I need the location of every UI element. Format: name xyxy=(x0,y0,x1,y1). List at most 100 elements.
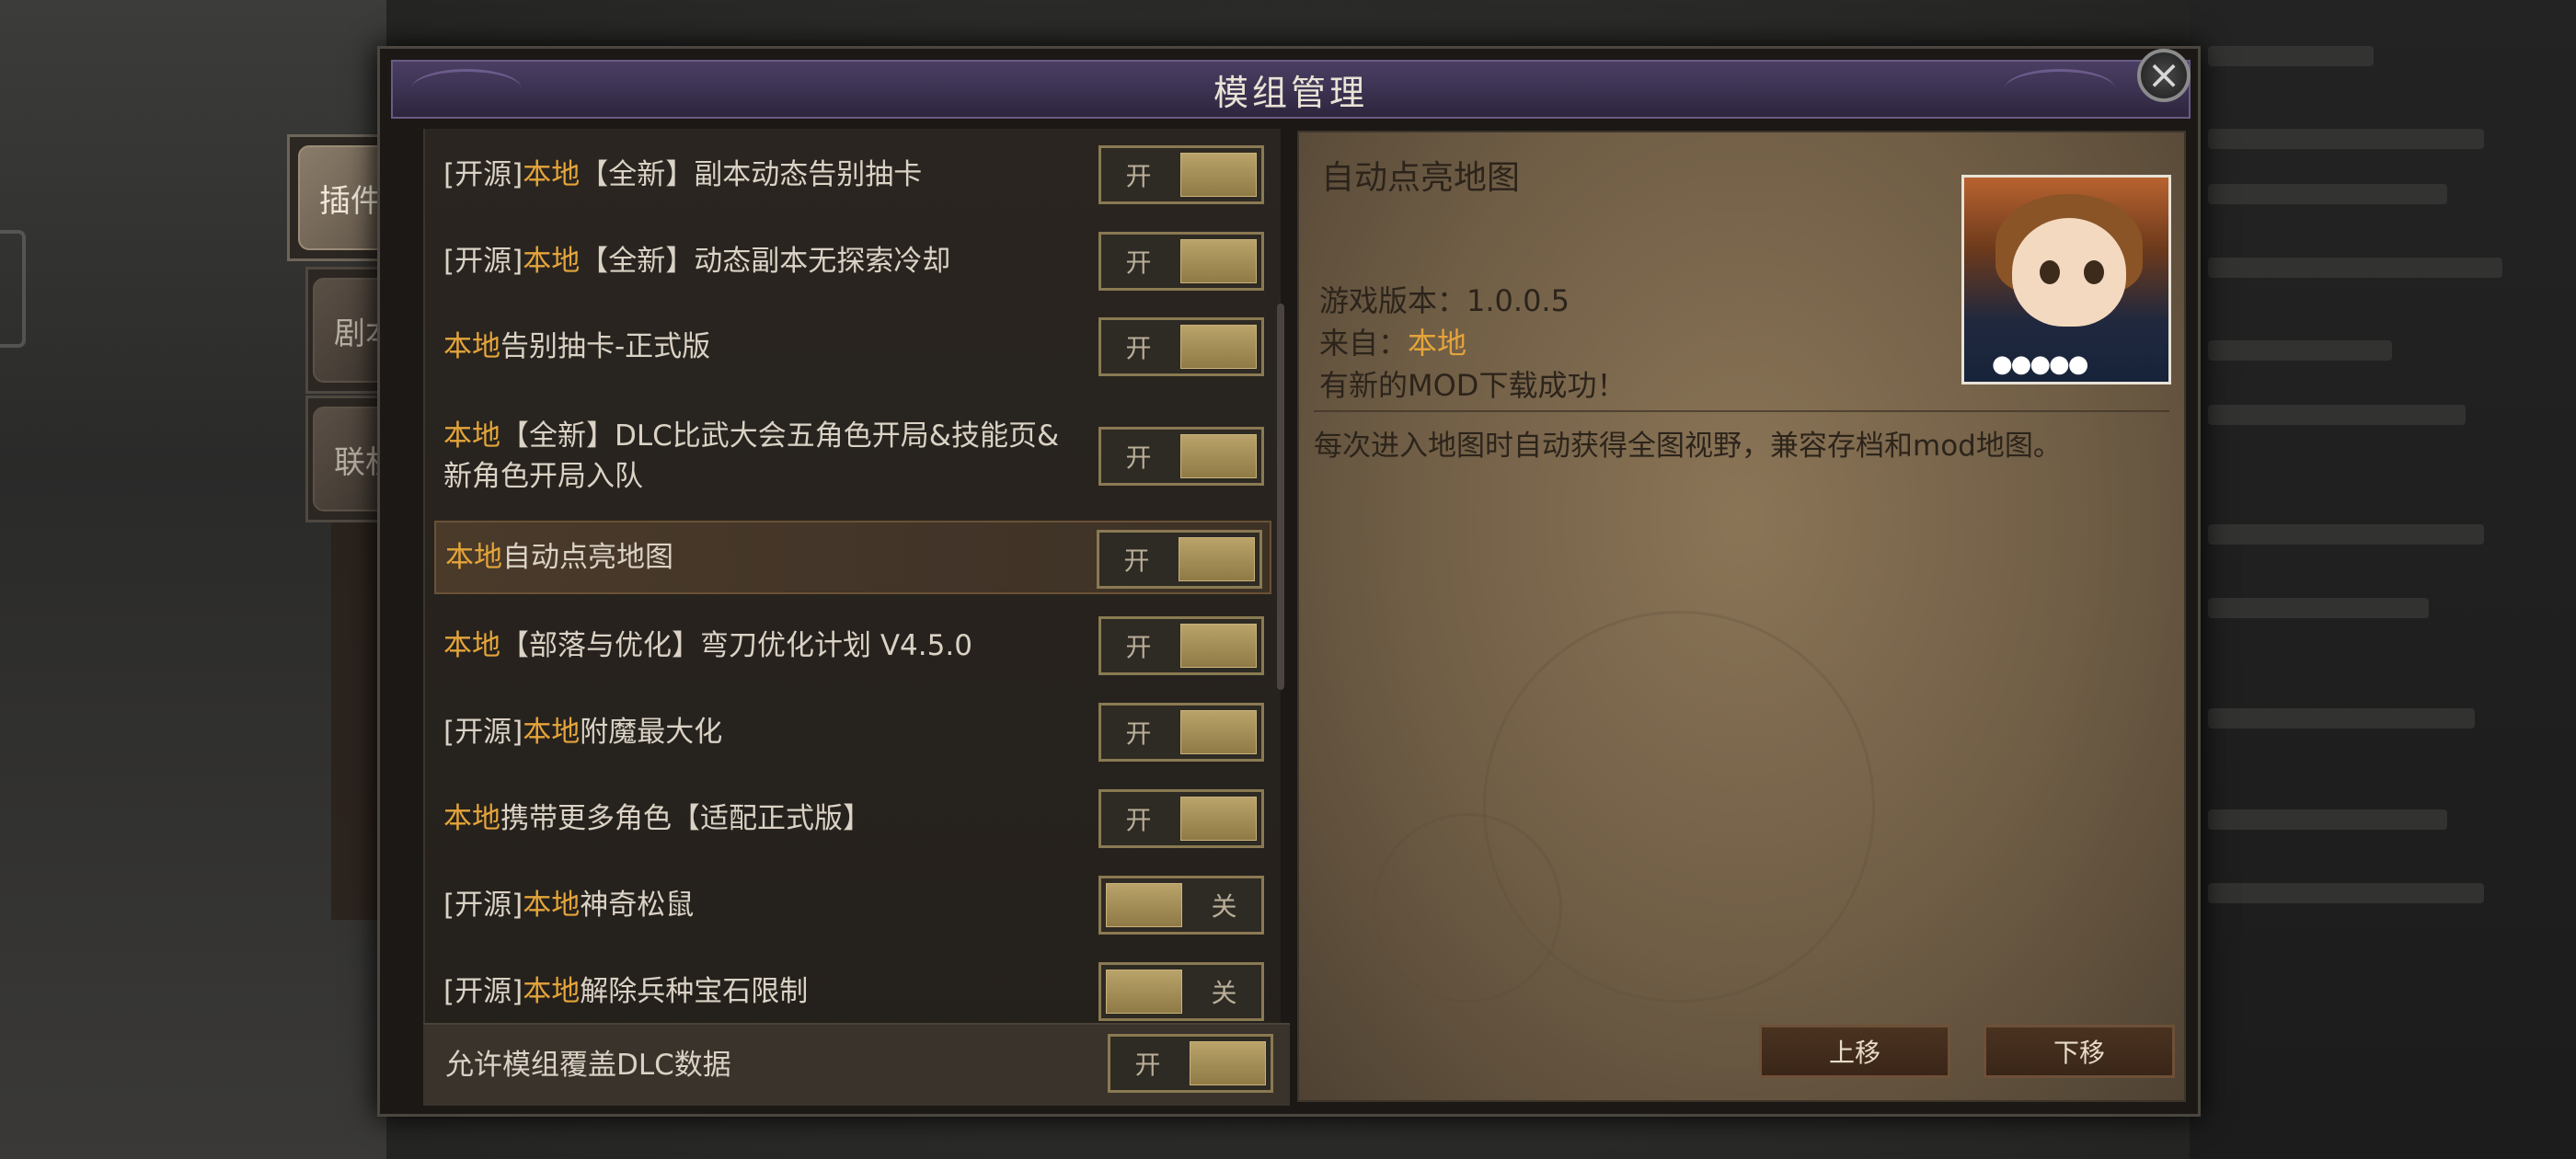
mod-name: 本地携带更多角色【适配正式版】 xyxy=(443,798,1069,839)
mod-list-scrollbar[interactable] xyxy=(1277,304,1284,690)
toggle-knob xyxy=(1180,434,1257,478)
mod-list-item[interactable]: [开源]本地【全新】动态副本无探索冷却 开 xyxy=(434,223,1271,300)
mod-title: 自动点亮地图 xyxy=(502,541,673,574)
mod-toggle[interactable]: 关 xyxy=(1098,962,1264,1021)
mod-list-item[interactable]: 本地携带更多角色【适配正式版】 开 xyxy=(434,780,1271,857)
toggle-label: 开 xyxy=(1125,805,1152,835)
toggle-label: 关 xyxy=(1211,978,1237,1008)
move-up-button[interactable]: 上移 xyxy=(1759,1025,1950,1078)
close-button[interactable]: × xyxy=(2137,49,2191,102)
mod-title: 携带更多角色【适配正式版】 xyxy=(500,802,871,835)
mod-prefix: [开源] xyxy=(443,245,523,278)
toggle-knob xyxy=(1190,1041,1266,1085)
title-bar: 模组管理 xyxy=(391,60,2191,119)
dlc-override-toggle[interactable]: 开 xyxy=(1108,1034,1273,1093)
mod-title: 【全新】副本动态告别抽卡 xyxy=(580,158,923,191)
background-door xyxy=(331,478,377,920)
move-down-label: 下移 xyxy=(2053,1038,2105,1068)
mod-source: 本地 xyxy=(445,541,502,574)
detail-from-value: 本地 xyxy=(1408,326,1467,361)
close-icon: × xyxy=(2146,52,2181,98)
mod-source: 本地 xyxy=(523,975,581,1008)
mod-list-item[interactable]: 本地自动点亮地图 开 xyxy=(434,521,1271,594)
mod-title: 神奇松鼠 xyxy=(580,889,695,922)
toggle-label: 开 xyxy=(1134,1050,1161,1080)
mod-source: 本地 xyxy=(443,330,500,363)
detail-from-label: 来自： xyxy=(1319,326,1409,361)
mod-name: 本地【全新】DLC比武大会五角色开局&技能页&新角色开局入队 xyxy=(443,416,1069,497)
mod-toggle[interactable]: 开 xyxy=(1098,317,1264,376)
mod-name: [开源]本地神奇松鼠 xyxy=(443,885,1069,925)
mod-prefix: [开源] xyxy=(443,158,523,191)
toggle-label: 开 xyxy=(1125,333,1152,363)
mod-source: 本地 xyxy=(523,889,581,922)
toggle-knob xyxy=(1180,153,1257,197)
dlc-override-label: 允许模组覆盖DLC数据 xyxy=(445,1049,731,1082)
mod-source: 本地 xyxy=(523,245,581,278)
mod-toggle[interactable]: 开 xyxy=(1098,789,1264,848)
detail-description: 每次进入地图时自动获得全图视野，兼容存档和mod地图。 xyxy=(1314,430,2062,463)
mod-source: 本地 xyxy=(443,629,500,662)
detail-version: 游戏版本：1.0.0.5 xyxy=(1319,283,1570,318)
toggle-knob xyxy=(1180,325,1257,369)
mod-name: 本地告别抽卡-正式版 xyxy=(443,327,1069,367)
dialog-title: 模组管理 xyxy=(1213,72,1368,113)
mod-source: 本地 xyxy=(443,419,500,453)
mod-source: 本地 xyxy=(523,716,581,749)
background-right xyxy=(2190,0,2576,1159)
mod-toggle[interactable]: 开 xyxy=(1098,703,1264,762)
title-ornament-left xyxy=(411,69,522,109)
toggle-knob xyxy=(1179,537,1255,581)
mod-list-item[interactable]: [开源]本地神奇松鼠 关 xyxy=(434,866,1271,944)
mod-title: 告别抽卡-正式版 xyxy=(500,330,711,363)
mod-toggle[interactable]: 开 xyxy=(1098,427,1264,486)
mod-name: [开源]本地解除兵种宝石限制 xyxy=(443,971,1069,1012)
detail-status: 有新的MOD下载成功！ xyxy=(1319,368,1627,403)
mod-detail-panel: 自动点亮地图 ●●●●● 游戏版本：1.0.0.5 来自：本地 有新的MOD下载… xyxy=(1297,131,2186,1102)
toggle-knob xyxy=(1106,970,1182,1014)
mod-toggle[interactable]: 关 xyxy=(1098,876,1264,935)
mod-list-item[interactable]: 本地【部落与优化】弯刀优化计划 V4.5.0 开 xyxy=(434,607,1271,684)
toggle-label: 开 xyxy=(1125,632,1152,662)
mod-list-item[interactable]: [开源]本地附魔最大化 开 xyxy=(434,694,1271,771)
toggle-label: 开 xyxy=(1125,442,1152,473)
toggle-label: 开 xyxy=(1125,161,1152,191)
detail-title: 自动点亮地图 xyxy=(1321,159,1521,197)
toggle-knob xyxy=(1106,883,1182,927)
mod-name: [开源]本地【全新】副本动态告别抽卡 xyxy=(443,155,1069,195)
tab-plugins-label: 插件 xyxy=(319,182,382,220)
mod-source: 本地 xyxy=(523,158,581,191)
detail-from: 来自：本地 xyxy=(1319,320,1466,362)
mod-name: 本地【部落与优化】弯刀优化计划 V4.5.0 xyxy=(443,625,1069,666)
title-ornament-right xyxy=(2005,69,2115,109)
toggle-knob xyxy=(1180,797,1257,841)
mod-name: [开源]本地【全新】动态副本无探索冷却 xyxy=(443,241,1069,281)
mod-list-item[interactable]: [开源]本地解除兵种宝石限制 关 xyxy=(434,953,1271,1030)
toggle-label: 开 xyxy=(1123,545,1150,576)
move-down-button[interactable]: 下移 xyxy=(1984,1025,2175,1078)
mod-list-item[interactable]: [开源]本地【全新】副本动态告别抽卡 开 xyxy=(434,136,1271,213)
mod-thumbnail: ●●●●● xyxy=(1961,175,2171,384)
parchment-art-small xyxy=(1373,813,1562,1003)
toggle-knob xyxy=(1180,624,1257,668)
toggle-label: 开 xyxy=(1125,247,1152,278)
mod-source: 本地 xyxy=(443,802,500,835)
mod-title: 【全新】DLC比武大会五角色开局&技能页&新角色开局入队 xyxy=(443,419,1060,493)
mod-toggle[interactable]: 开 xyxy=(1097,530,1262,589)
toggle-label: 开 xyxy=(1125,718,1152,749)
mod-list-item[interactable]: 本地告别抽卡-正式版 开 xyxy=(434,308,1271,385)
toggle-knob xyxy=(1180,239,1257,283)
mod-toggle[interactable]: 开 xyxy=(1098,145,1264,204)
mod-list-item[interactable]: 本地【全新】DLC比武大会五角色开局&技能页&新角色开局入队 开 xyxy=(434,403,1271,510)
mod-title: 【部落与优化】弯刀优化计划 V4.5.0 xyxy=(500,629,972,662)
toggle-label: 关 xyxy=(1211,891,1237,922)
mod-toggle[interactable]: 开 xyxy=(1098,232,1264,291)
mod-title: 附魔最大化 xyxy=(580,716,723,749)
dlc-override-row: 允许模组覆盖DLC数据 开 xyxy=(423,1023,1290,1106)
mod-toggle[interactable]: 开 xyxy=(1098,616,1264,675)
mod-title: 解除兵种宝石限制 xyxy=(580,975,809,1008)
toggle-knob xyxy=(1180,710,1257,754)
detail-divider xyxy=(1314,410,2169,412)
mod-title: 【全新】动态副本无探索冷却 xyxy=(580,245,951,278)
mod-prefix: [开源] xyxy=(443,975,523,1008)
